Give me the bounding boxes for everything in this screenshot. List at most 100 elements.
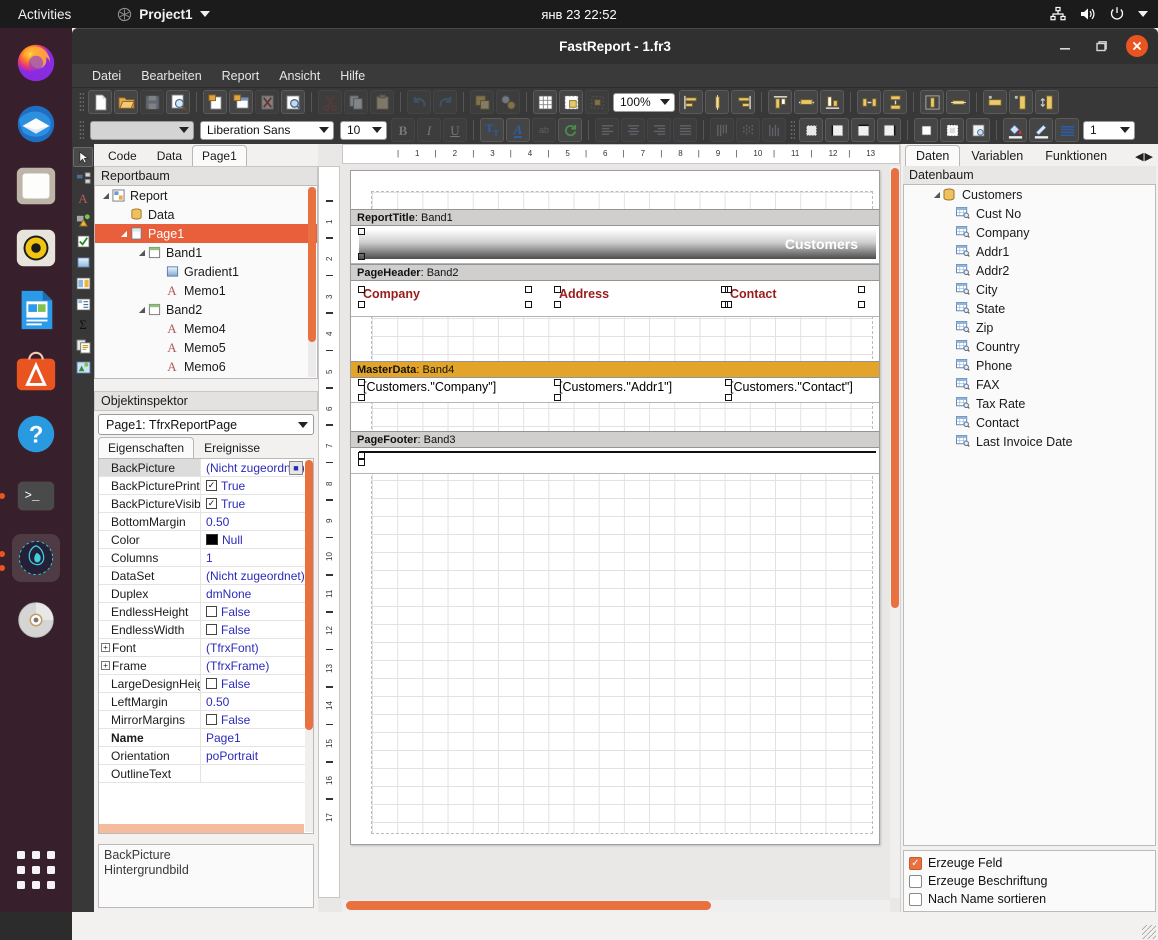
- resize-handle[interactable]: [725, 379, 732, 386]
- menu-bearbeiten[interactable]: Bearbeiten: [133, 66, 209, 86]
- resize-handle[interactable]: [358, 379, 365, 386]
- data-field-phone[interactable]: Phone: [904, 356, 1155, 375]
- band-body-pageheader[interactable]: Company Address Contact: [351, 281, 879, 317]
- picture-tool-button[interactable]: [73, 210, 93, 230]
- resize-handle[interactable]: [358, 228, 365, 235]
- group-button[interactable]: [470, 90, 494, 114]
- zoom-combo[interactable]: 100%: [613, 92, 675, 112]
- checkbox-checked-icon[interactable]: ✓: [909, 856, 922, 870]
- fit-button[interactable]: [585, 90, 609, 114]
- sum-tool-button[interactable]: Σ: [73, 315, 93, 335]
- band-header-reporttitle[interactable]: ReportTitle: Band1: [351, 209, 879, 226]
- same-height-button[interactable]: [1009, 90, 1033, 114]
- resize-handle[interactable]: [358, 301, 365, 308]
- property-value-cell[interactable]: False: [201, 675, 313, 692]
- dock-item-ubuntu-software[interactable]: [12, 348, 60, 396]
- dock-item-lazarus[interactable]: [0, 534, 60, 582]
- menu-report[interactable]: Report: [214, 66, 268, 86]
- property-value-cell[interactable]: 0.50: [201, 693, 313, 710]
- expand-arrow-icon[interactable]: ◢: [101, 191, 111, 200]
- activities-button[interactable]: Activities: [12, 5, 77, 24]
- property-value-cell[interactable]: (TfrxFont): [201, 639, 313, 656]
- checkbox-unchecked-icon[interactable]: [909, 892, 922, 906]
- data-field-zip[interactable]: Zip: [904, 318, 1155, 337]
- font-color-button[interactable]: TT: [480, 118, 504, 142]
- property-value-cell[interactable]: Null: [201, 531, 313, 548]
- align-top-button[interactable]: [768, 90, 792, 114]
- maximize-button[interactable]: [1090, 35, 1112, 57]
- system-tray[interactable]: [1050, 6, 1148, 22]
- data-tree-dataset[interactable]: ◢ Customers: [904, 185, 1155, 204]
- data-field-company[interactable]: Company: [904, 223, 1155, 242]
- center-horizontally-button[interactable]: [920, 90, 944, 114]
- frame-edit-button[interactable]: [966, 118, 990, 142]
- dock-item-thunderbird[interactable]: [12, 100, 60, 148]
- font-size-combo[interactable]: 10: [340, 120, 387, 140]
- text-align-left-button[interactable]: [595, 118, 619, 142]
- data-field-tax-rate[interactable]: Tax Rate: [904, 394, 1155, 413]
- property-value-cell[interactable]: Page1: [201, 729, 313, 746]
- data-field-city[interactable]: City: [904, 280, 1155, 299]
- property-row-frame[interactable]: + Frame (TfrxFrame): [99, 657, 313, 675]
- tree-item-page1[interactable]: ◢ Page1: [95, 224, 317, 243]
- tab-variablen[interactable]: Variablen: [960, 145, 1034, 166]
- font-family-combo[interactable]: Liberation Sans: [200, 120, 334, 140]
- resize-handle[interactable]: [358, 286, 365, 293]
- resize-handle[interactable]: [725, 394, 732, 401]
- text-tool-button[interactable]: A: [73, 189, 93, 209]
- color-swatch[interactable]: [206, 534, 218, 545]
- frame-outline-button[interactable]: [940, 118, 964, 142]
- tree-item-band2[interactable]: ◢ Band2: [95, 300, 317, 319]
- collapse-arrow-icon[interactable]: ◢: [932, 190, 942, 199]
- align-left-button[interactable]: [679, 90, 703, 114]
- design-area[interactable]: 1|2|3|4|5|6|7|8|9|10|11|12|13|| 12345678…: [318, 144, 900, 912]
- tab-funktionen[interactable]: Funktionen: [1034, 145, 1118, 166]
- tab-ereignisse[interactable]: Ereignisse: [194, 437, 270, 458]
- open-report-button[interactable]: [114, 90, 138, 114]
- memo-header-contact[interactable]: Contact: [725, 286, 865, 308]
- tree-item-memo6[interactable]: A Memo6: [95, 357, 317, 376]
- page-settings-button[interactable]: [281, 90, 305, 114]
- property-value-cell[interactable]: ✓ True: [201, 477, 313, 494]
- dock-item-libreoffice-writer[interactable]: [12, 286, 60, 334]
- save-report-button[interactable]: [140, 90, 164, 114]
- subreport-tool-button[interactable]: [73, 273, 93, 293]
- data-field-addr1[interactable]: Addr1: [904, 242, 1155, 261]
- space-horizontal-button[interactable]: [857, 90, 881, 114]
- center-vertically-button[interactable]: [946, 90, 970, 114]
- valign-middle-button[interactable]: [736, 118, 760, 142]
- memo-report-title[interactable]: Customers: [358, 228, 876, 260]
- tab-data[interactable]: Data: [147, 145, 192, 166]
- frame-color-button[interactable]: [1029, 118, 1053, 142]
- same-width-button[interactable]: [983, 90, 1007, 114]
- cut-button[interactable]: [318, 90, 342, 114]
- report-page[interactable]: ReportTitle: Band1 Customers PageHeader:…: [350, 170, 880, 845]
- valign-bottom-button[interactable]: [762, 118, 786, 142]
- checkbox-unchecked-icon[interactable]: [206, 714, 217, 725]
- data-tree[interactable]: ◢ Customers Cust No Company Addr1 Addr2 City…: [903, 184, 1156, 846]
- resize-handle[interactable]: [725, 286, 732, 293]
- band-header-masterdata[interactable]: MasterData: Band4: [351, 361, 879, 378]
- property-row-backpictureprintable[interactable]: BackPicturePrintable ✓ True: [99, 477, 313, 495]
- property-row-dataset[interactable]: DataSet (Nicht zugeordnet): [99, 567, 313, 585]
- memo-data-contact[interactable]: [Customers."Contact"]: [725, 379, 872, 401]
- option-erzeuge-feld[interactable]: ✓ Erzeuge Feld: [909, 854, 1150, 872]
- property-value-cell[interactable]: (TfrxFrame): [201, 657, 313, 674]
- checkbox-checked-icon[interactable]: ✓: [206, 498, 217, 509]
- band-body-pagefooter[interactable]: [351, 448, 879, 474]
- expand-plus-icon[interactable]: +: [101, 643, 110, 652]
- property-value-cell[interactable]: dmNone: [201, 585, 313, 602]
- menu-hilfe[interactable]: Hilfe: [332, 66, 373, 86]
- property-row-endlessheight[interactable]: EndlessHeight False: [99, 603, 313, 621]
- tab-daten[interactable]: Daten: [905, 145, 961, 166]
- minimize-button[interactable]: [1054, 35, 1076, 57]
- property-value-cell[interactable]: (Nicht zugeordnet): [201, 567, 313, 584]
- resize-handle[interactable]: [725, 301, 732, 308]
- resize-handle[interactable]: [358, 394, 365, 401]
- resize-handle[interactable]: [554, 379, 561, 386]
- band-header-pagefooter[interactable]: PageFooter: Band3: [351, 431, 879, 448]
- menu-datei[interactable]: Datei: [84, 66, 129, 86]
- canvas-horizontal-scrollbar[interactable]: [342, 900, 890, 912]
- frame-none-button[interactable]: [914, 118, 938, 142]
- scrollbar-thumb[interactable]: [305, 460, 313, 730]
